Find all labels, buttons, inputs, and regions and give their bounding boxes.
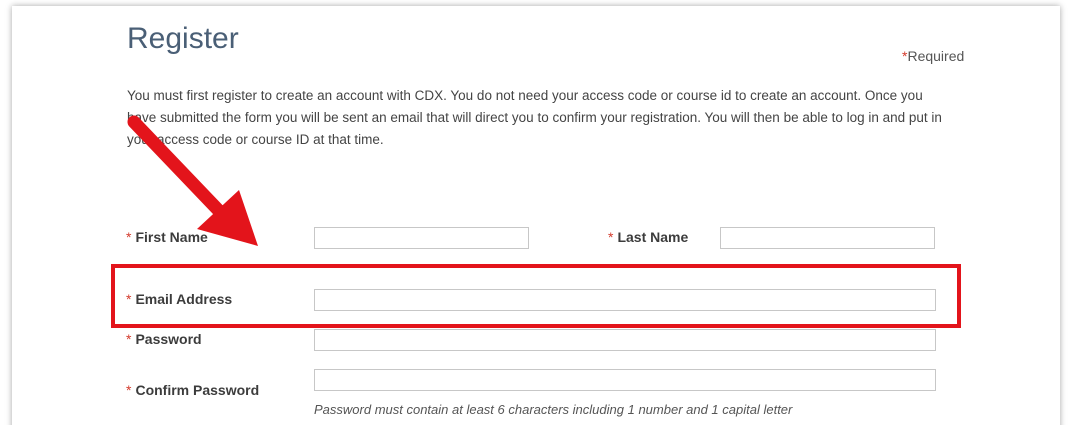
last-name-label: * Last Name xyxy=(608,229,688,245)
required-marker: * xyxy=(126,382,132,398)
password-label: * Password xyxy=(126,331,202,347)
first-name-input[interactable] xyxy=(314,227,529,249)
password-hint: Password must contain at least 6 charact… xyxy=(314,402,793,417)
last-name-input[interactable] xyxy=(720,227,935,249)
password-input[interactable] xyxy=(314,329,936,351)
confirm-password-label-text: Confirm Password xyxy=(135,382,260,398)
registration-panel xyxy=(12,6,1060,425)
last-name-label-text: Last Name xyxy=(617,229,689,245)
required-text: Required xyxy=(907,48,965,64)
page: Register *Required You must first regist… xyxy=(0,0,1069,425)
required-note: *Required xyxy=(902,48,964,64)
required-marker: * xyxy=(608,229,614,245)
email-input[interactable] xyxy=(314,289,936,311)
confirm-password-label: * Confirm Password xyxy=(126,382,259,398)
confirm-password-input[interactable] xyxy=(314,369,936,391)
email-label-text: Email Address xyxy=(135,291,233,307)
required-marker: * xyxy=(126,331,132,347)
first-name-label: * First Name xyxy=(126,229,208,245)
password-label-text: Password xyxy=(135,331,202,347)
page-title: Register xyxy=(127,22,239,55)
required-marker: * xyxy=(126,229,132,245)
required-marker: * xyxy=(126,291,132,307)
first-name-label-text: First Name xyxy=(135,229,208,245)
intro-text: You must first register to create an acc… xyxy=(127,88,942,147)
email-label: * Email Address xyxy=(126,291,232,307)
